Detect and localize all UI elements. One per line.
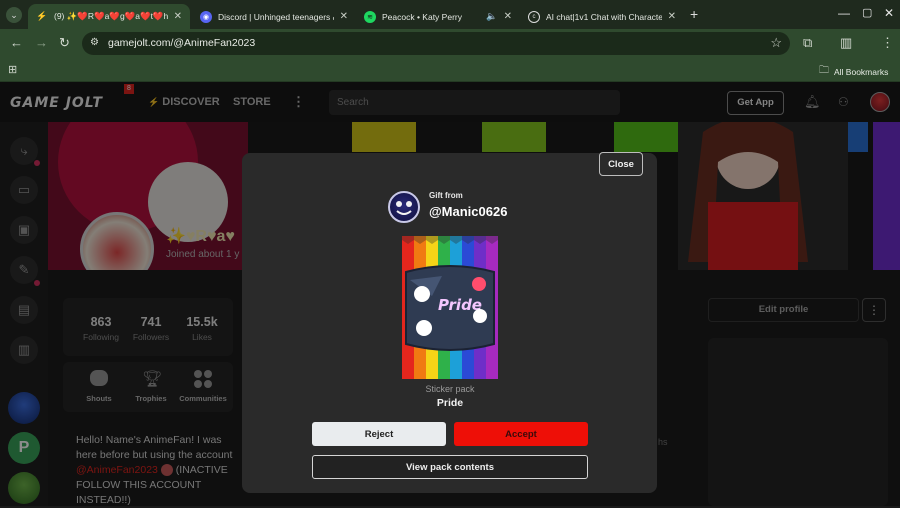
side-panel-icon[interactable]: ▥ [840, 36, 852, 50]
apps-icon[interactable]: ⊞ [8, 63, 17, 76]
tab-title: Discord | Unhinged teenagers & [218, 11, 334, 22]
close-icon[interactable]: ✕ [174, 11, 182, 22]
url-text: gamejolt.com/@AnimeFan2023 [108, 37, 256, 49]
folder-icon: 🗀 [819, 65, 829, 76]
browser-tab-discord[interactable]: ◉ Discord | Unhinged teenagers & ✕ [192, 4, 356, 29]
close-window-icon[interactable]: ✕ [884, 6, 894, 20]
close-icon[interactable]: ✕ [504, 11, 512, 22]
spotify-icon: ≋ [364, 10, 376, 23]
close-icon[interactable]: ✕ [668, 11, 676, 22]
forward-icon[interactable]: → [35, 36, 48, 50]
close-icon[interactable]: ✕ [340, 11, 348, 22]
tab-title: AI chat|1v1 Chat with Characte [546, 11, 662, 22]
reload-icon[interactable]: ↻ [59, 36, 70, 50]
gifter-avatar[interactable] [388, 191, 420, 223]
address-bar[interactable]: ⚙ gamejolt.com/@AnimeFan2023 ☆ [82, 32, 790, 55]
gamejolt-icon: ⚡ [36, 11, 48, 21]
sticker-pack-image: Pride [402, 236, 498, 379]
tab-title: (9) ✨❤️R❤️a❤️g❤️a❤️t❤️h❤️ [54, 11, 168, 21]
tab-title: Peacock • Katy Perry [382, 11, 462, 22]
accept-button[interactable]: Accept [454, 422, 588, 446]
bookmark-star-icon[interactable]: ☆ [770, 35, 782, 51]
pack-name: Pride [436, 397, 464, 409]
minimize-icon[interactable]: — [838, 6, 850, 20]
browser-toolbar: ← → ↻ ⚙ gamejolt.com/@AnimeFan2023 ☆ ⧉ ▥… [0, 29, 900, 58]
all-bookmarks-label: All Bookmarks [834, 66, 889, 77]
browser-tab-gamejolt[interactable]: ⚡ (9) ✨❤️R❤️a❤️g❤️a❤️t❤️h❤️ ✕ [28, 4, 190, 29]
reject-button[interactable]: Reject [312, 422, 446, 446]
gift-from-username[interactable]: @Manic0626 [429, 204, 507, 219]
maximize-icon[interactable]: ▢ [862, 6, 872, 19]
browser-tab-spotify[interactable]: ≋ Peacock • Katy Perry 🔈 ✕ [356, 4, 520, 29]
tab-search-button[interactable]: ⌄ [6, 7, 22, 23]
speaker-icon[interactable]: 🔈 [486, 11, 497, 22]
menu-icon[interactable]: ⋮ [881, 36, 894, 50]
view-pack-contents-button[interactable]: View pack contents [312, 455, 588, 479]
discord-icon: ◉ [200, 10, 212, 23]
browser-tab-character-ai[interactable]: c AI chat|1v1 Chat with Characte ✕ [520, 4, 684, 29]
bookmarks-bar: ⊞ 🗀 All Bookmarks [0, 58, 900, 82]
pack-type-label: Sticker pack [425, 384, 475, 394]
all-bookmarks-button[interactable]: 🗀 All Bookmarks [819, 63, 888, 80]
back-icon[interactable]: ← [10, 36, 23, 50]
gift-from-label: Gift from [429, 191, 463, 200]
browser-tab-strip: ⌄ ⚡ (9) ✨❤️R❤️a❤️g❤️a❤️t❤️h❤️ ✕ ◉ Discor… [0, 0, 900, 29]
close-button[interactable]: Close [599, 152, 643, 176]
character-ai-icon: c [528, 10, 540, 23]
new-tab-button[interactable]: + [690, 6, 698, 22]
site-info-icon[interactable]: ⚙ [90, 37, 99, 48]
extensions-icon[interactable]: ⧉ [803, 36, 812, 50]
